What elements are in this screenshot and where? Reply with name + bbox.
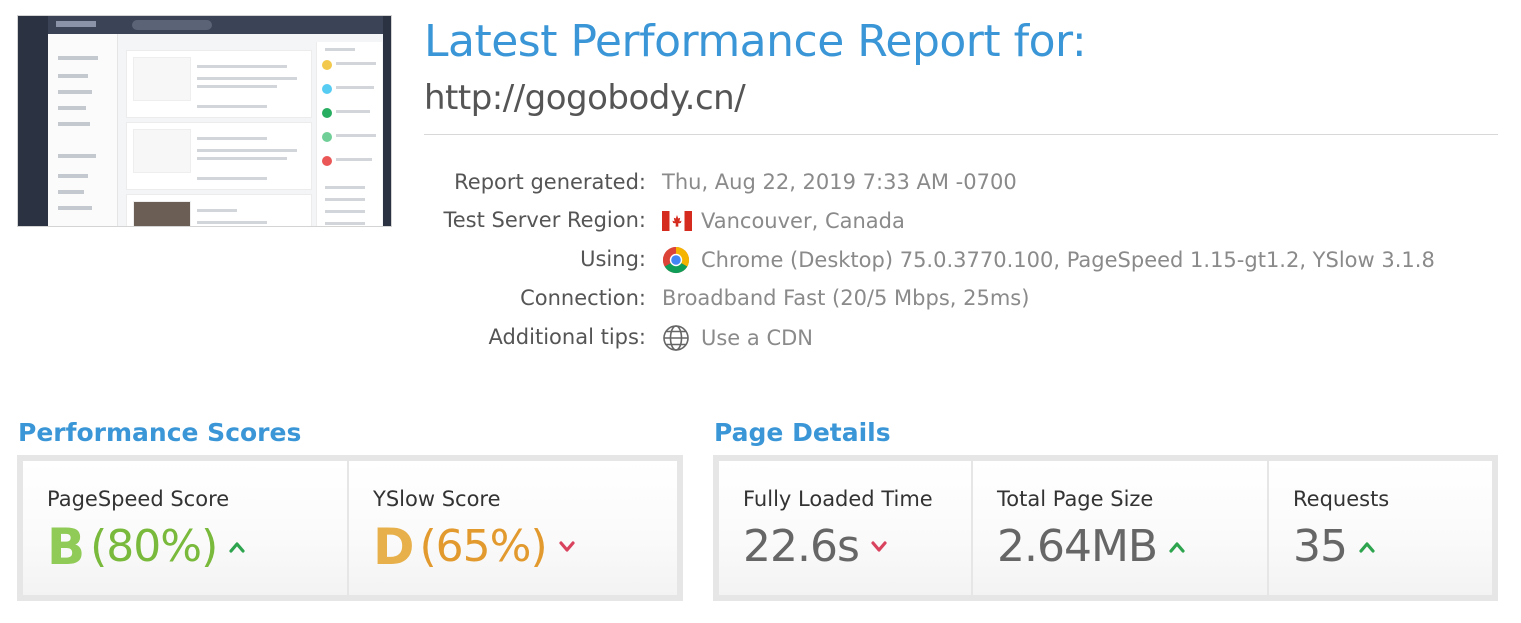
page-details-title: Page Details — [714, 418, 891, 447]
performance-scores-title: Performance Scores — [18, 418, 302, 447]
trend-up-icon — [229, 541, 245, 553]
page-details-panel: Fully Loaded Time 22.6s Total Page Size … — [713, 455, 1498, 601]
use-a-cdn-link[interactable]: Use a CDN — [701, 326, 813, 350]
info-value: Thu, Aug 22, 2019 7:33 AM -0700 — [662, 170, 1017, 194]
thumb-logo — [56, 21, 96, 27]
info-row-report-generated: Report generated: Thu, Aug 22, 2019 7:33… — [424, 170, 1498, 200]
info-value[interactable]: Use a CDN — [662, 325, 813, 351]
info-row-connection: Connection: Broadband Fast (20/5 Mbps, 2… — [424, 286, 1498, 316]
thumb-post — [126, 50, 312, 118]
report-url[interactable]: http://gogobody.cn/ — [424, 78, 746, 118]
trend-up-icon — [1169, 541, 1185, 553]
fully-loaded-time-card[interactable]: Fully Loaded Time 22.6s — [719, 461, 973, 595]
fully-loaded-time-value: 22.6s — [743, 521, 860, 572]
info-row-using: Using: Chrome (Desktop) 75.0.3770.100, P… — [424, 246, 1498, 277]
yslow-percent: (65%) — [419, 521, 548, 572]
performance-scores-panel: PageSpeed Score B (80%) YSlow Score D (6… — [17, 455, 683, 601]
globe-icon — [662, 325, 694, 351]
info-value: Vancouver, Canada — [662, 208, 905, 234]
thumb-topbar — [48, 16, 391, 34]
info-label: Test Server Region: — [443, 208, 646, 232]
info-label: Report generated: — [454, 170, 646, 194]
thumb-right-column — [316, 42, 382, 226]
trend-down-icon — [559, 541, 575, 553]
total-page-size-label: Total Page Size — [997, 487, 1154, 511]
total-page-size-card[interactable]: Total Page Size 2.64MB — [973, 461, 1269, 595]
info-value: Chrome (Desktop) 75.0.3770.100, PageSpee… — [662, 246, 1435, 274]
chrome-icon — [662, 246, 694, 274]
thumb-nav — [48, 34, 118, 226]
yslow-grade: D — [373, 518, 414, 576]
requests-card[interactable]: Requests 35 — [1269, 461, 1492, 595]
fully-loaded-time-label: Fully Loaded Time — [743, 487, 933, 511]
yslow-score-card[interactable]: YSlow Score D (65%) — [349, 461, 677, 595]
trend-down-icon — [871, 541, 887, 553]
pagespeed-score-card[interactable]: PageSpeed Score B (80%) — [23, 461, 349, 595]
info-label: Using: — [580, 247, 646, 271]
requests-label: Requests — [1293, 487, 1390, 511]
pagespeed-grade: B — [47, 518, 85, 576]
info-row-server-region: Test Server Region: Vancouver, Canada — [424, 208, 1498, 238]
info-value: Broadband Fast (20/5 Mbps, 25ms) — [662, 286, 1030, 310]
thumb-post — [126, 122, 312, 190]
thumb-posts — [126, 42, 312, 226]
yslow-score-label: YSlow Score — [373, 487, 501, 511]
thumb-search — [132, 20, 212, 30]
info-label: Connection: — [520, 286, 646, 310]
site-screenshot-thumbnail[interactable] — [17, 15, 392, 227]
requests-value: 35 — [1293, 521, 1348, 572]
thumb-left-dock — [18, 16, 48, 226]
title-divider — [424, 134, 1498, 135]
info-label: Additional tips: — [488, 325, 646, 349]
total-page-size-value: 2.64MB — [997, 521, 1158, 572]
report-title: Latest Performance Report for: — [424, 16, 1087, 67]
pagespeed-percent: (80%) — [90, 521, 218, 572]
thumb-right-dock — [383, 16, 391, 226]
pagespeed-score-label: PageSpeed Score — [47, 487, 230, 511]
trend-up-icon — [1359, 541, 1375, 553]
canada-flag-icon — [662, 208, 694, 234]
thumb-post — [126, 194, 312, 226]
info-row-additional-tips: Additional tips: Use a CDN — [424, 325, 1498, 355]
